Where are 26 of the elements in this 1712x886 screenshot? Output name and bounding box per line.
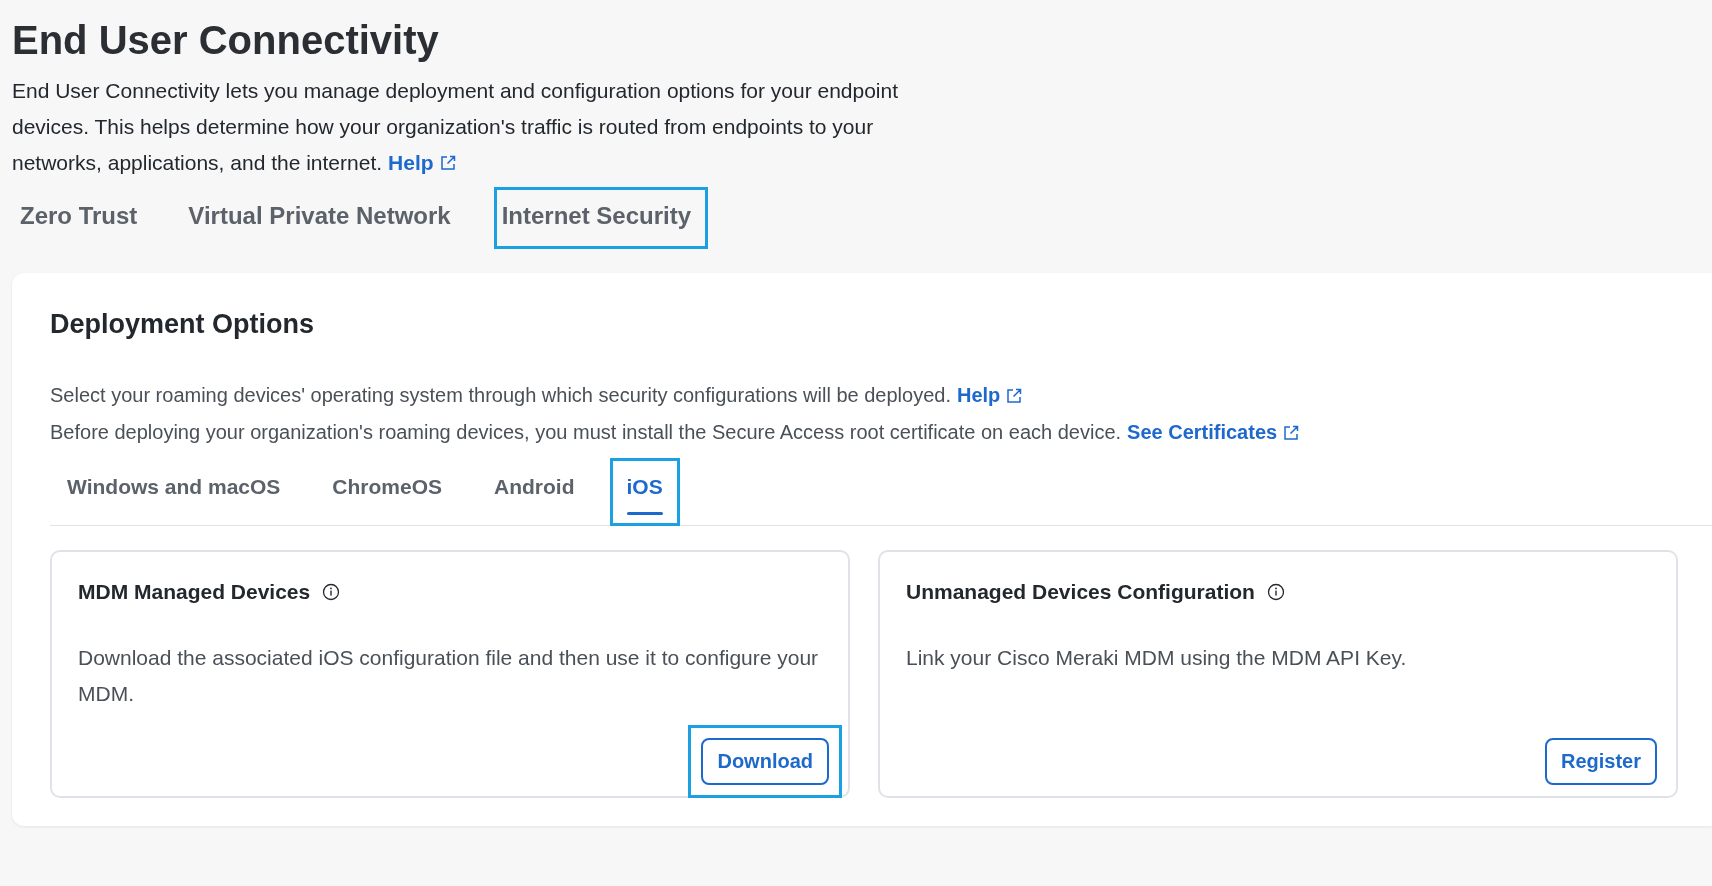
card-title: MDM Managed Devices <box>78 580 311 604</box>
info-text: Select your roaming devices' operating system through which security configurations will be deployed. Help <box>50 384 1712 407</box>
action-button[interactable]: Download <box>701 738 829 785</box>
os-tab[interactable]: ChromeOS <box>315 458 460 526</box>
tab[interactable]: Virtual Private Network <box>180 187 468 249</box>
info-icon <box>322 583 341 601</box>
info-text: Before deploying your organization's roaming devices, you must install the Secure Access root certificate on each device. See Certificates <box>50 421 1712 444</box>
help-link[interactable]: Help <box>388 145 456 181</box>
help-link[interactable]: Help <box>956 384 1023 407</box>
os-tab[interactable]: Windows and macOS <box>50 458 298 526</box>
external-link-icon <box>1006 387 1023 404</box>
os-tab[interactable]: iOS <box>609 458 680 526</box>
page-title: End User Connectivity <box>12 18 440 63</box>
action-button[interactable]: Register <box>1544 738 1657 785</box>
os-tab[interactable]: Android <box>477 458 592 526</box>
external-link-icon <box>1283 424 1300 441</box>
external-link-icon <box>439 155 456 171</box>
help-link[interactable]: See Certificates <box>1127 421 1300 444</box>
section-title: Deployment Options <box>50 309 315 340</box>
tab[interactable]: Zero Trust <box>12 187 155 249</box>
card-title: Unmanaged Devices Configuration <box>906 580 1255 604</box>
card-text: Download the associated iOS configuration file and then use it to configure your MDM. <box>78 645 820 707</box>
info-icon <box>1266 583 1285 601</box>
card-text: Link your Cisco Meraki MDM using the MDM API Key. <box>906 645 1408 671</box>
tab[interactable]: Internet Security <box>493 187 709 249</box>
page-description: End User Connectivity lets you manage deployment and configuration options for your endpoint devices. This helps determine how your organization's traffic is routed from endpoints to your networks, applications, and the internet. Help <box>12 73 942 181</box>
